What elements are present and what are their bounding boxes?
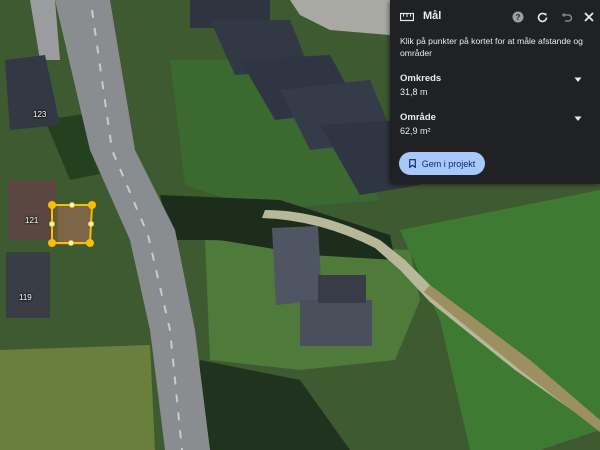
undo-icon[interactable] <box>559 10 573 24</box>
chevron-down-icon[interactable] <box>574 77 582 83</box>
house-number-label: 119 <box>19 293 32 302</box>
measure-point-2[interactable] <box>88 201 96 209</box>
building-center-annex <box>300 300 372 346</box>
help-icon[interactable]: ? <box>511 10 525 24</box>
svg-text:?: ? <box>516 13 521 22</box>
save-to-project-button[interactable]: Gem i projekt <box>399 152 485 175</box>
house-number-label: 123 <box>33 110 47 119</box>
bookmark-icon <box>408 159 416 168</box>
measure-midpoint[interactable] <box>88 221 94 227</box>
close-icon[interactable] <box>582 10 596 24</box>
panel-title: Mål <box>423 10 442 22</box>
measure-midpoint[interactable] <box>49 221 55 227</box>
ruler-icon <box>400 12 414 22</box>
building-center-main <box>272 226 322 305</box>
measure-midpoint[interactable] <box>68 240 74 246</box>
instructions-text: Klik på punkter på kortet for at måle af… <box>400 36 583 58</box>
measure-point-3[interactable] <box>86 239 94 247</box>
save-button-label: Gem i projekt <box>421 158 476 169</box>
chevron-down-icon[interactable] <box>574 116 582 122</box>
refresh-icon[interactable] <box>535 10 549 24</box>
panel-header: Mål ? <box>390 0 600 34</box>
building-center-right <box>318 275 366 303</box>
measure-point-1[interactable] <box>48 201 56 209</box>
measure-midpoint[interactable] <box>69 202 75 208</box>
perimeter-row[interactable]: Omkreds 31,8 m <box>390 73 600 105</box>
perimeter-label: Omkreds <box>400 73 442 84</box>
house-number-label: 121 <box>25 216 39 225</box>
measure-point-4[interactable] <box>48 239 56 247</box>
area-label: Område <box>400 112 436 123</box>
lawn-bottom-left <box>0 345 155 450</box>
perimeter-value: 31,8 m <box>400 87 428 97</box>
area-value: 62,9 m² <box>400 126 431 136</box>
measured-area[interactable] <box>51 204 94 244</box>
house-119 <box>6 252 50 318</box>
house-121 <box>8 180 56 240</box>
area-row[interactable]: Område 62,9 m² <box>390 112 600 144</box>
